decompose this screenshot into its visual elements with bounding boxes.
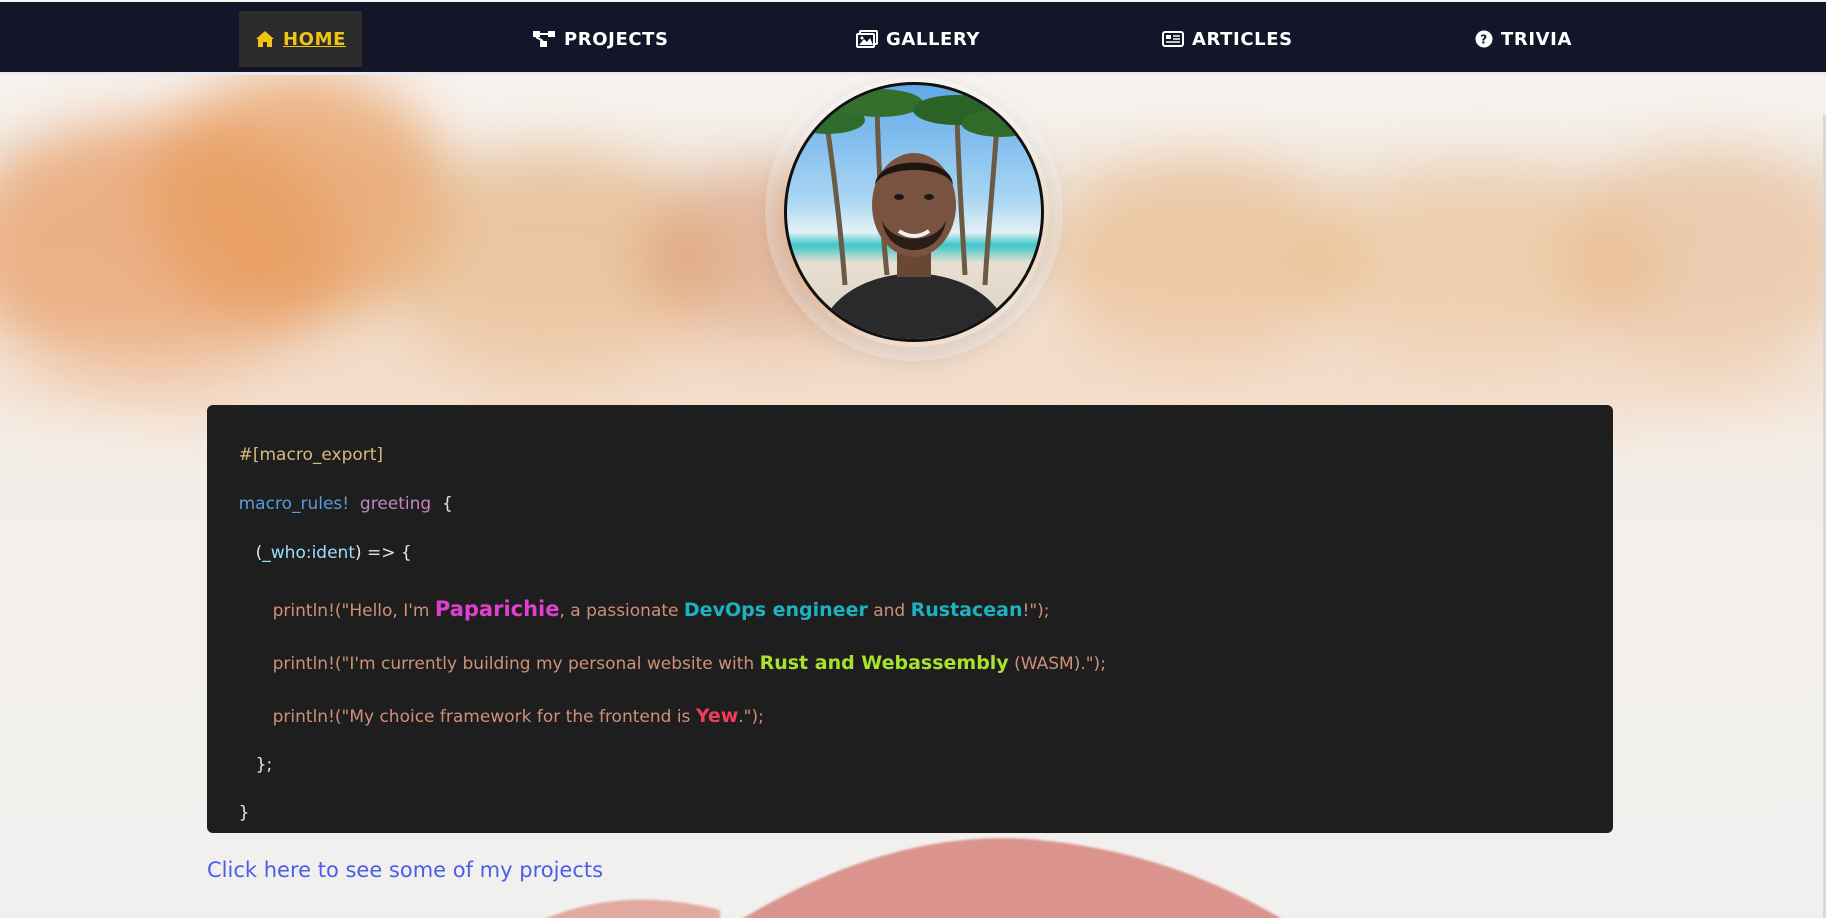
profile-avatar-frame bbox=[779, 77, 1049, 347]
code-line-close: } bbox=[217, 783, 250, 843]
code-arm-param: _who:ident bbox=[262, 543, 355, 563]
highlight-tech: Rust and Webassembly bbox=[759, 652, 1009, 674]
code-open-brace: { bbox=[442, 494, 453, 514]
images-icon bbox=[856, 30, 878, 48]
nav-label-articles: ARTICLES bbox=[1192, 28, 1293, 50]
code-line-framework: println!("My choice framework for the fr… bbox=[251, 685, 764, 747]
code-str-hello-prefix: println!("Hello, I'm bbox=[272, 601, 435, 621]
nav-label-projects: PROJECTS bbox=[564, 28, 669, 50]
code-str-and: and bbox=[867, 601, 911, 621]
code-macro-name: greeting bbox=[359, 494, 432, 514]
code-arm-end: }; bbox=[255, 755, 273, 775]
nav-item-home[interactable]: HOME bbox=[239, 11, 362, 67]
code-str-hello-suffix: !"); bbox=[1022, 601, 1050, 621]
highlight-role: DevOps engineer bbox=[683, 599, 868, 621]
nav-item-projects[interactable]: PROJECTS bbox=[532, 11, 669, 67]
code-str-building-suffix: (WASM)."); bbox=[1008, 654, 1106, 674]
code-block: #[macro_export] macro_rules! greeting { … bbox=[207, 405, 1613, 833]
projects-link[interactable]: Click here to see some of my projects bbox=[207, 858, 603, 882]
highlight-name: Paparichie bbox=[434, 597, 560, 621]
highlight-framework: Yew bbox=[695, 705, 739, 727]
profile-photo bbox=[789, 89, 1041, 339]
home-icon bbox=[256, 31, 274, 47]
nav-label-gallery: GALLERY bbox=[886, 28, 981, 50]
question-circle-icon: ? bbox=[1475, 30, 1493, 48]
code-line-arm: (_who:ident) => { bbox=[234, 523, 412, 583]
svg-text:?: ? bbox=[1480, 33, 1488, 47]
sitemap-icon bbox=[533, 31, 555, 47]
nav-item-gallery[interactable]: GALLERY bbox=[856, 11, 980, 67]
code-close-brace: } bbox=[238, 803, 250, 823]
nav-item-trivia[interactable]: ? TRIVIA bbox=[1475, 11, 1572, 67]
code-str-hello-mid: , a passionate bbox=[559, 601, 684, 621]
code-attribute: #[macro_export] bbox=[238, 445, 384, 465]
code-str-building-prefix: println!("I'm currently building my pers… bbox=[272, 654, 760, 674]
newspaper-icon bbox=[1162, 31, 1184, 47]
code-arm-close: ) => { bbox=[355, 543, 412, 563]
profile-avatar bbox=[784, 82, 1044, 342]
nav-label-home: HOME bbox=[283, 28, 346, 50]
top-navbar: HOME PROJECTS GALLERY ARTICLES ? TRIVIA bbox=[0, 2, 1826, 75]
code-keyword: macro_rules! bbox=[238, 494, 350, 514]
nav-label-trivia: TRIVIA bbox=[1501, 28, 1572, 50]
code-str-framework-prefix: println!("My choice framework for the fr… bbox=[272, 707, 696, 727]
highlight-rustacean: Rustacean bbox=[910, 599, 1023, 621]
nav-item-articles[interactable]: ARTICLES bbox=[1162, 11, 1293, 67]
code-str-framework-suffix: ."); bbox=[738, 707, 764, 727]
